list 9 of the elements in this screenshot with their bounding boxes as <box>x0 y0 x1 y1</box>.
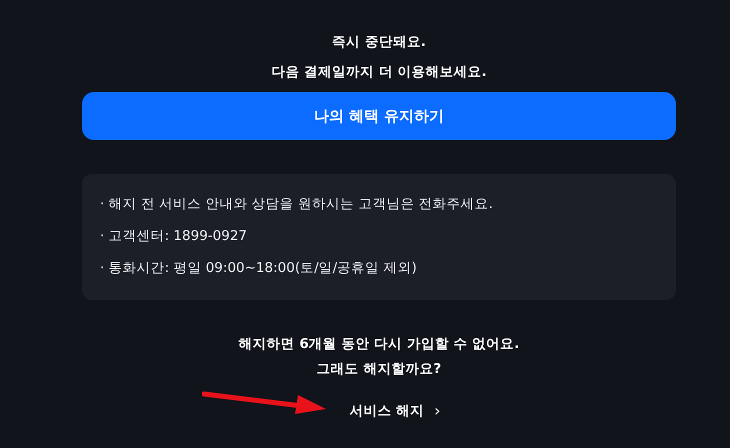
warning-text: 그래도 해지할까요? <box>316 360 442 379</box>
info-text: · 해지 전 서비스 안내와 상담을 원하시는 고객님은 전화주세요. <box>100 195 494 214</box>
info-text: · 통화시간: 평일 09:00~18:00(토/일/공휴일 제외) <box>100 259 418 278</box>
info-text: · 고객센터: 1899-0927 <box>100 227 248 246</box>
warning-text: 해지하면 6개월 동안 다시 가입할 수 없어요. <box>238 335 520 354</box>
keep-benefits-button[interactable]: 나의 혜택 유지하기 <box>82 92 676 140</box>
cancel-service-link[interactable]: 서비스 해지 › <box>349 401 441 420</box>
notice-text: 즉시 중단돼요. <box>331 33 427 52</box>
notice-text: 다음 결제일까지 더 이용해보세요. <box>270 63 488 82</box>
